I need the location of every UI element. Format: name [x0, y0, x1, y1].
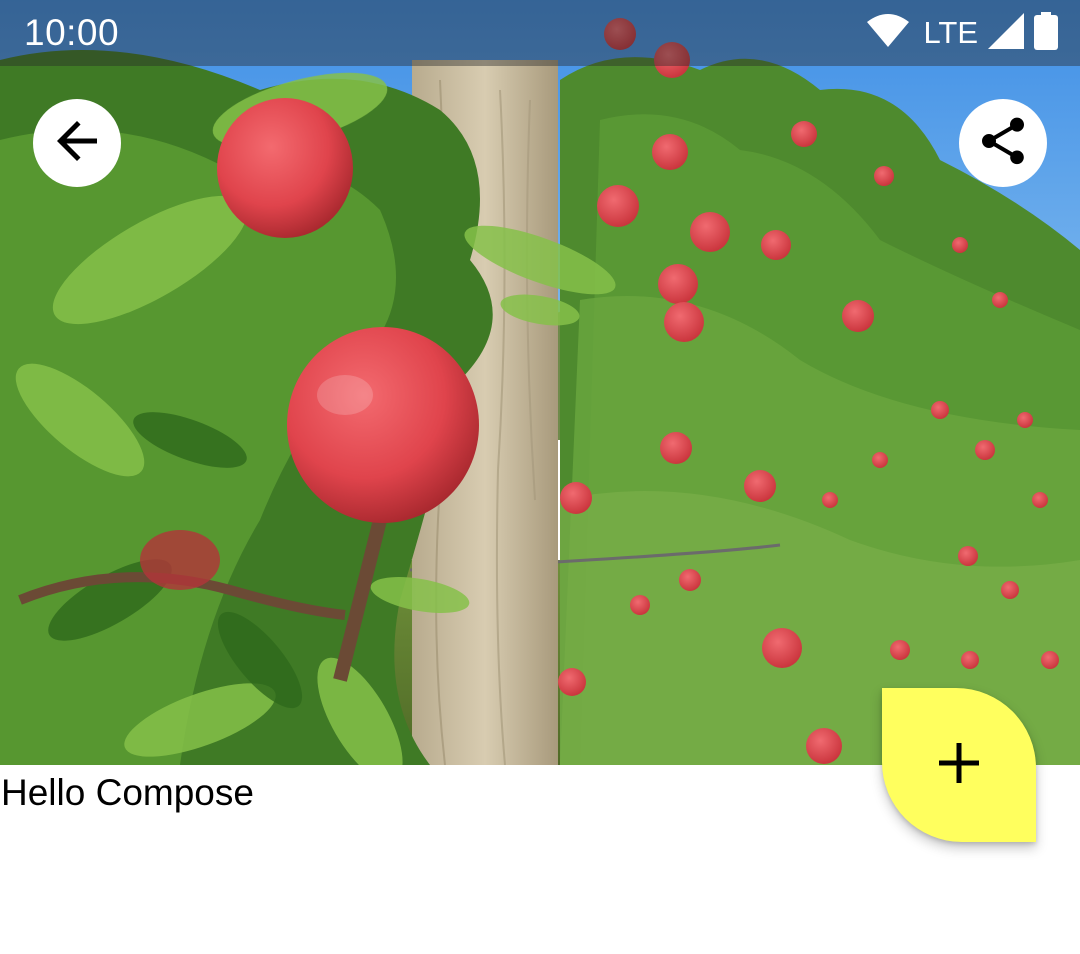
battery-icon: [1034, 11, 1058, 55]
back-button[interactable]: [33, 99, 121, 187]
cell-signal-icon: [988, 12, 1024, 54]
status-icons: LTE: [867, 11, 1058, 55]
add-fab[interactable]: [882, 688, 1036, 842]
network-type-label: LTE: [923, 15, 978, 50]
wifi-icon: [867, 13, 910, 53]
arrow-back-icon: [47, 111, 107, 176]
plus-icon: [937, 741, 981, 790]
share-button[interactable]: [959, 99, 1047, 187]
status-bar: 10:00 LTE: [0, 0, 1080, 66]
hero-image: [0, 0, 1080, 765]
greeting-text: Hello Compose: [1, 772, 254, 813]
share-icon: [975, 113, 1031, 174]
app-screen: 10:00 LTE Hello Compose: [0, 0, 1080, 954]
orchard-photo: [0, 0, 1080, 765]
status-time: 10:00: [24, 12, 120, 53]
